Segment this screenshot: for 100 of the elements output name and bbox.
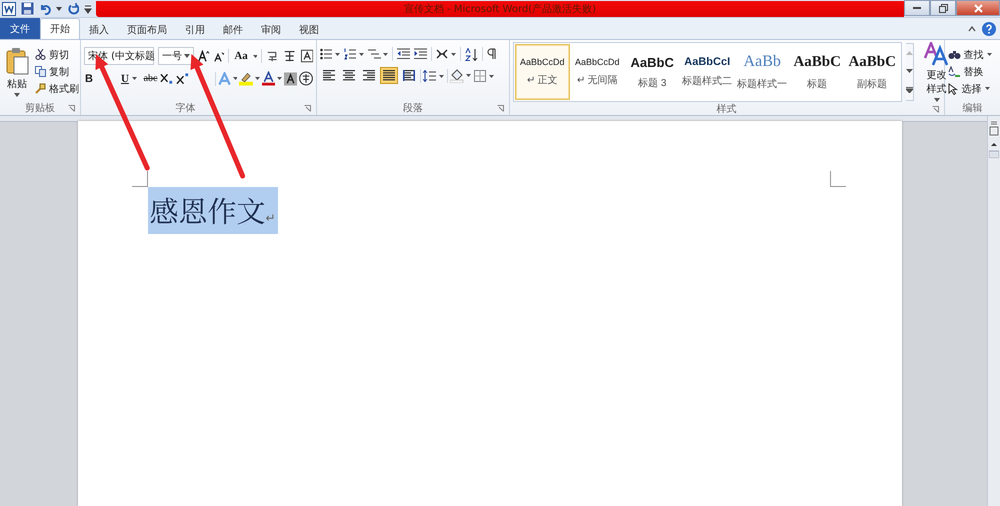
styles-letters-icon — [924, 42, 950, 66]
align-icon — [383, 70, 395, 81]
numbering-icon[interactable] — [344, 48, 364, 60]
customize-caret-icon[interactable] — [84, 4, 92, 14]
align-button[interactable] — [380, 67, 398, 84]
change-case-button[interactable]: Aa — [233, 50, 249, 62]
format-button[interactable]: B — [84, 72, 94, 84]
borders-icon[interactable] — [474, 70, 496, 82]
caret-icon — [984, 87, 990, 90]
format-button[interactable]: U — [120, 72, 130, 84]
vertical-scrollbar[interactable] — [987, 116, 1000, 506]
caret-icon[interactable] — [255, 77, 260, 80]
line-spacing-icon[interactable] — [423, 70, 445, 82]
paragraph-mark-icon[interactable] — [487, 48, 496, 60]
redo-icon[interactable] — [67, 2, 79, 14]
shading-icon[interactable] — [450, 68, 472, 82]
word-logo-icon[interactable] — [2, 2, 16, 16]
window-title: 宣传文档 - Microsoft Word(产品激活失败) — [404, 2, 596, 16]
clipboard-icon — [5, 46, 29, 74]
scissors-icon — [35, 49, 46, 60]
ribbon-tab[interactable]: 开始 — [40, 18, 80, 39]
ribbon-tab[interactable]: 引用 — [176, 20, 214, 39]
scroll-down-icon — [906, 69, 913, 73]
highlighter-icon[interactable] — [239, 71, 254, 86]
help-icon[interactable] — [982, 22, 996, 36]
bordered-letter-icon[interactable] — [300, 49, 313, 63]
dialog-launcher-icon[interactable] — [496, 104, 504, 112]
document-text[interactable]: 感恩作文↵ — [148, 187, 278, 234]
save-icon[interactable] — [21, 2, 34, 15]
file-tab[interactable]: 文件 — [0, 18, 40, 39]
caret-icon — [184, 54, 190, 58]
style-item[interactable]: AaBb 标题样式一 — [734, 44, 790, 100]
grow-font-icon[interactable] — [198, 50, 210, 62]
bullets-icon[interactable] — [320, 48, 340, 60]
enclosed-character-icon[interactable] — [298, 71, 313, 86]
ribbon-tab[interactable]: 邮件 — [214, 20, 252, 39]
dialog-launcher-icon[interactable] — [68, 104, 75, 112]
caret-icon[interactable] — [277, 77, 282, 80]
dialog-launcher-icon[interactable] — [932, 106, 939, 112]
ribbon-tab[interactable]: 页面布局 — [118, 20, 176, 39]
ribbon-tab[interactable]: 插入 — [80, 20, 118, 39]
align-icon — [343, 70, 355, 81]
style-item[interactable]: AaBbC 副标题 — [844, 44, 900, 100]
subscript-icon[interactable] — [160, 72, 174, 84]
align-icon — [403, 70, 415, 81]
collapse-ribbon-icon[interactable] — [968, 26, 976, 32]
align-button[interactable] — [400, 67, 418, 84]
font-size-dropdown[interactable]: 一号 — [158, 47, 194, 65]
style-item[interactable]: AaBbCcDd ↵ 正文 — [514, 44, 570, 100]
caret-icon[interactable] — [252, 54, 258, 58]
pointer-icon — [948, 82, 959, 94]
increase-indent-icon[interactable] — [414, 48, 427, 60]
minimize-button[interactable] — [904, 0, 930, 16]
close-icon — [974, 4, 982, 12]
caret-icon[interactable] — [56, 6, 62, 10]
caret-icon — [14, 92, 20, 96]
replace-icon — [948, 66, 961, 77]
binoculars-icon — [948, 49, 961, 60]
style-item[interactable]: AaBbC 标题 — [790, 44, 845, 100]
caret-icon — [986, 53, 992, 56]
character-shading-icon[interactable] — [284, 72, 297, 86]
group-label: 剪贴板 — [25, 102, 55, 115]
caret-icon[interactable] — [232, 77, 238, 80]
ribbon-tab[interactable]: 审阅 — [252, 20, 290, 39]
change-styles-button[interactable]: 更改样式 — [922, 42, 952, 102]
clipboard-button[interactable]: 格式刷 — [35, 82, 79, 96]
align-icon — [363, 70, 375, 81]
shrink-font-icon[interactable] — [214, 50, 224, 62]
undo-icon[interactable] — [39, 2, 51, 14]
style-item[interactable]: AaBbCcDd ↵ 无间隔 — [570, 44, 625, 100]
corner-mark-icon — [830, 171, 846, 187]
minimize-icon — [913, 6, 921, 10]
caret-icon — [934, 98, 940, 102]
group-label: 字体 — [176, 102, 196, 115]
align-icon — [323, 70, 335, 81]
superscript-icon[interactable] — [176, 72, 189, 84]
close-button[interactable] — [956, 0, 1000, 16]
caret-icon[interactable] — [132, 77, 137, 80]
ribbon-tab[interactable]: 视图 — [290, 20, 328, 39]
character-border-icon[interactable] — [283, 49, 297, 63]
decrease-indent-icon[interactable] — [397, 48, 410, 60]
style-item[interactable]: AaBbC 标题 3 — [624, 44, 680, 100]
restore-button[interactable] — [930, 0, 956, 16]
group-label: 编辑 — [962, 102, 982, 115]
format-button[interactable]: abc — [142, 73, 158, 84]
clipboard-button[interactable]: 剪切 — [35, 48, 79, 62]
group-label: 段落 — [402, 102, 423, 115]
restore-icon — [938, 4, 948, 12]
paste-button[interactable]: 粘贴 — [3, 46, 31, 96]
sort-icon[interactable] — [465, 48, 478, 60]
clipboard-button[interactable]: 复制 — [35, 64, 79, 78]
phonetic-guide-icon[interactable] — [266, 49, 280, 63]
font-color-icon[interactable] — [262, 71, 276, 86]
gallery-scrollbar[interactable] — [906, 43, 914, 101]
copy-icon — [35, 66, 46, 77]
dialog-launcher-icon[interactable] — [304, 104, 311, 112]
asian-layout-icon[interactable] — [436, 48, 456, 60]
brush-icon — [35, 83, 46, 94]
multilevel-list-icon[interactable] — [368, 48, 388, 60]
style-item[interactable]: AaBbCcI 标题样式二 — [680, 44, 735, 100]
